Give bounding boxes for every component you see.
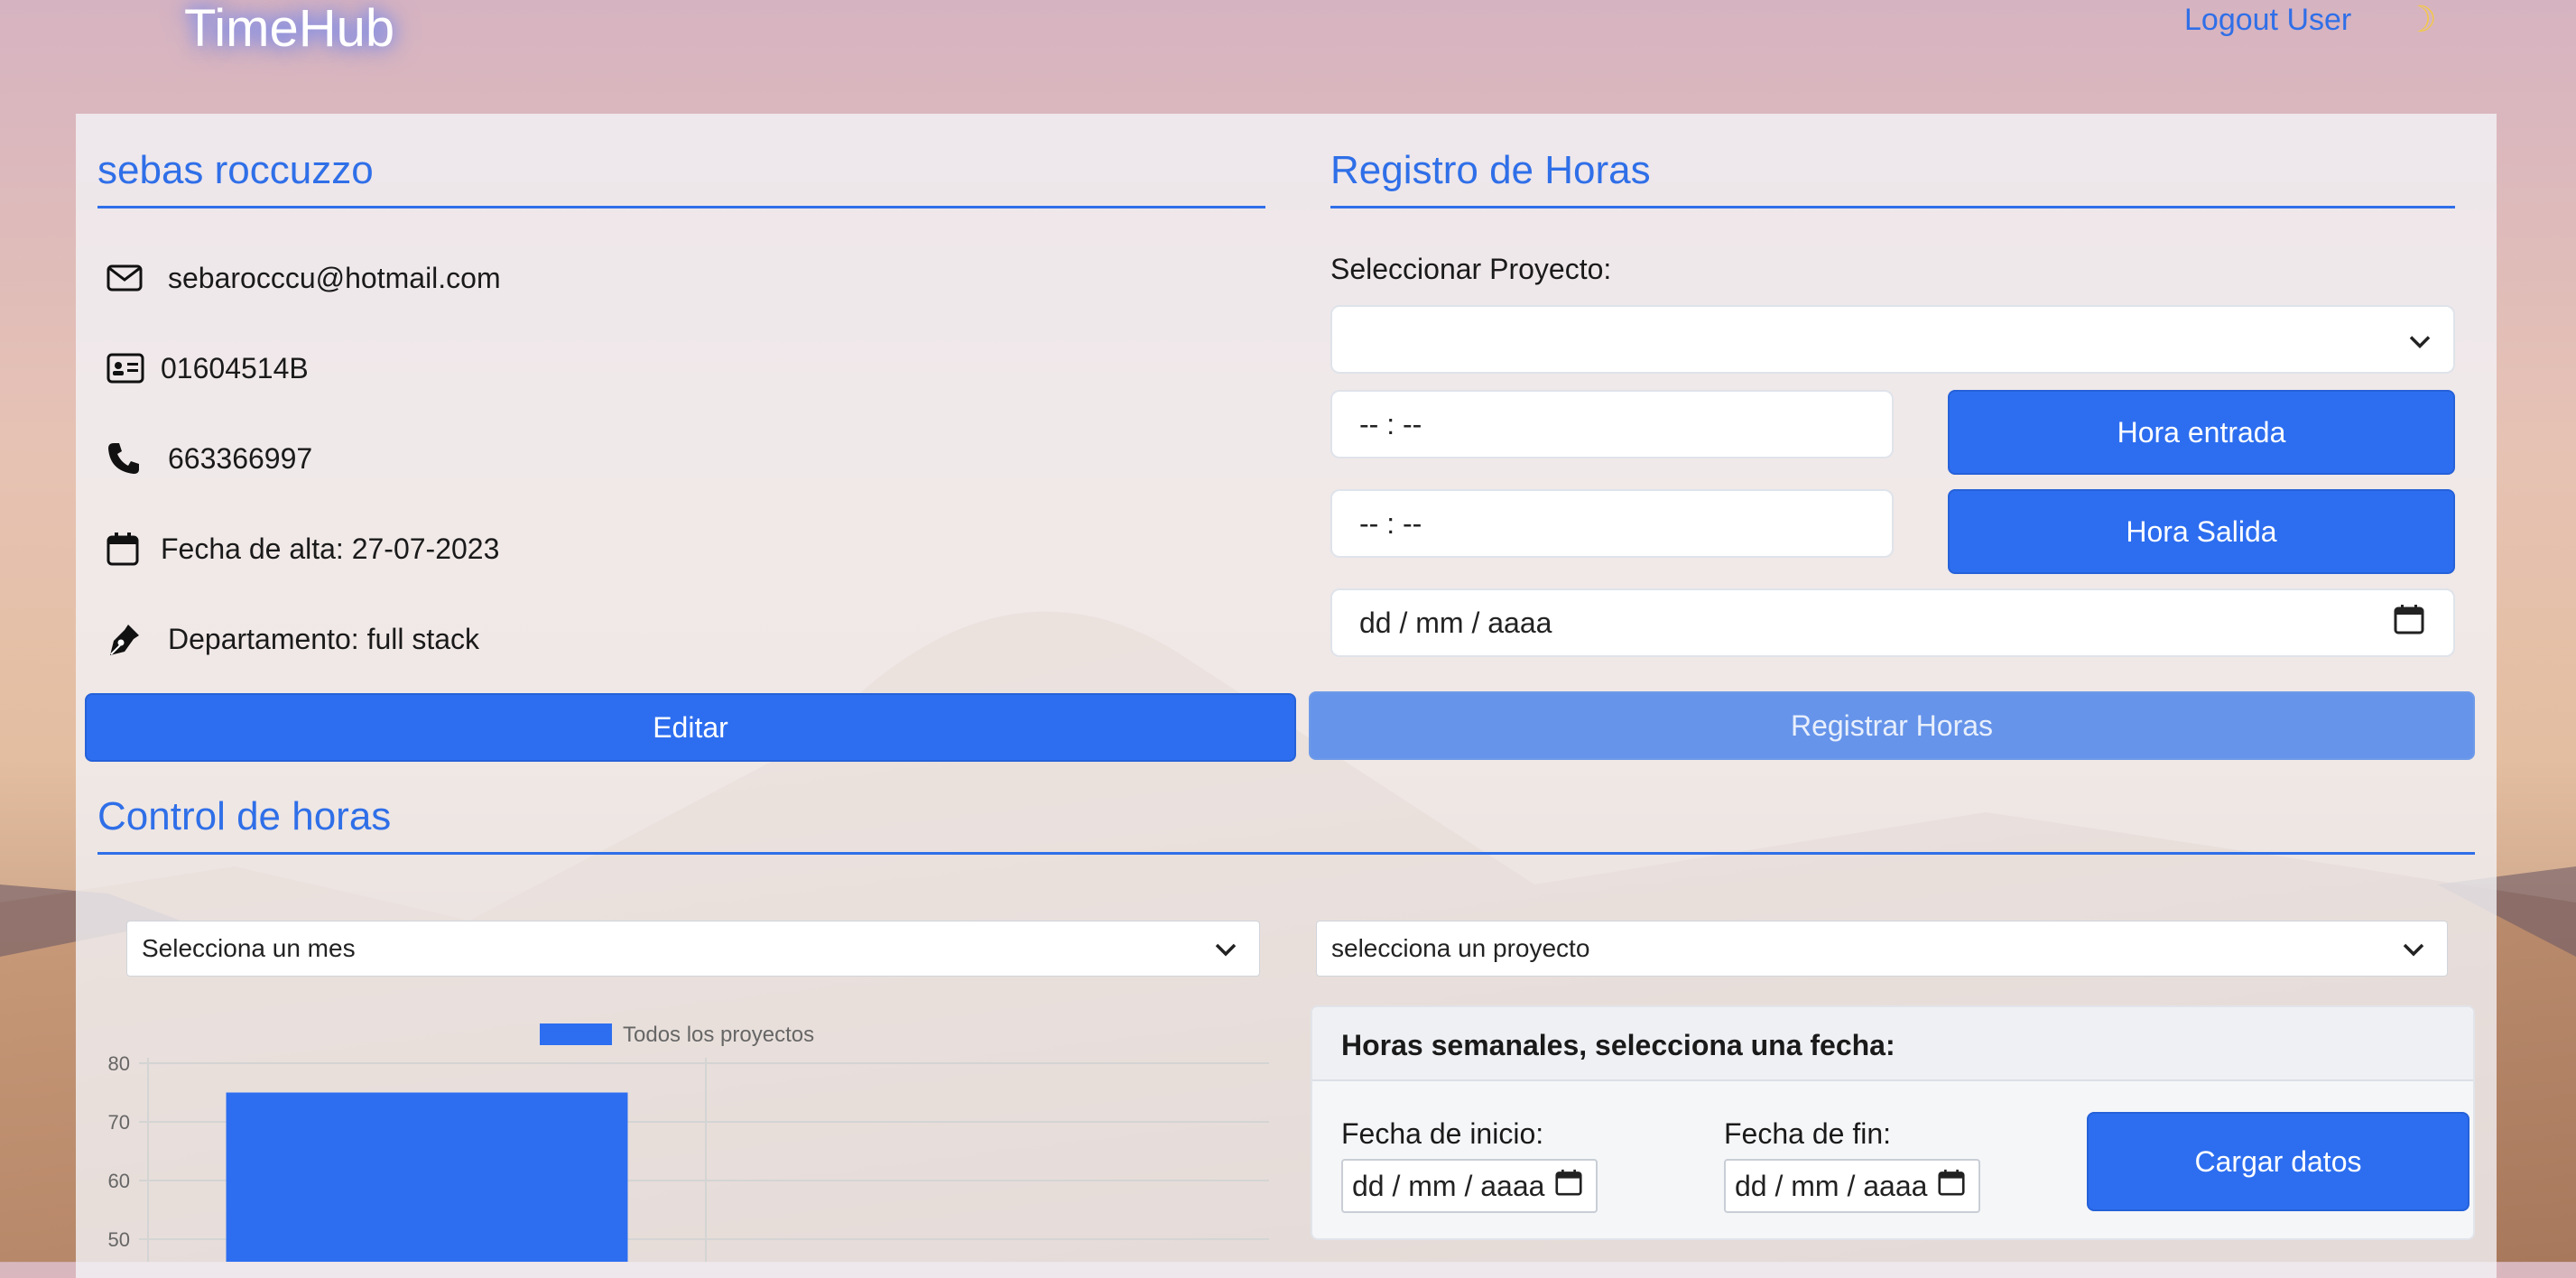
id-text: 01604514B (161, 352, 309, 384)
hours-chart: Todos los proyectos 50 60 70 80 (108, 1023, 1269, 1263)
chevron-down-icon (1214, 934, 1237, 963)
project-filter-select[interactable]: selecciona un proyecto (1316, 921, 2448, 977)
hora-entrada-button[interactable]: Hora entrada (1948, 390, 2455, 475)
registro-title: Registro de Horas (1330, 148, 1651, 192)
start-date-input[interactable]: dd / mm / aaaa (1341, 1159, 1598, 1213)
envelope-icon (107, 260, 148, 296)
divider (97, 206, 1265, 208)
phone-text: 663366997 (168, 442, 313, 475)
month-select[interactable]: Selecciona un mes (126, 921, 1260, 977)
logout-link[interactable]: Logout User (2184, 2, 2351, 38)
project-select[interactable] (1330, 305, 2455, 374)
end-date-input[interactable]: dd / mm / aaaa (1724, 1159, 1980, 1213)
phone-row: 663366997 (107, 440, 312, 477)
join-date-row: Fecha de alta: 27-07-2023 (107, 531, 499, 567)
edit-button[interactable]: Editar (85, 693, 1296, 762)
divider (1330, 206, 2455, 208)
department-row: Departamento: full stack (107, 621, 479, 657)
y-tick-label: 50 (108, 1228, 130, 1251)
divider (97, 852, 2475, 855)
brand-logo[interactable]: TimeHub (184, 0, 394, 58)
y-tick-label: 70 (108, 1111, 130, 1134)
time-out-input[interactable]: -- : -- (1330, 489, 1894, 558)
time-in-input[interactable]: -- : -- (1330, 390, 1894, 458)
registrar-horas-button[interactable]: Registrar Horas (1309, 691, 2475, 760)
profile-name: sebas roccuzzo (97, 148, 374, 192)
load-data-button[interactable]: Cargar datos (2087, 1112, 2469, 1211)
id-card-icon (107, 350, 144, 386)
project-label: Seleccionar Proyecto: (1330, 253, 1612, 285)
date-input[interactable]: dd / mm / aaaa (1330, 588, 2455, 657)
hora-salida-button[interactable]: Hora Salida (1948, 489, 2455, 574)
email-text: sebarocccu@hotmail.com (168, 262, 501, 294)
month-select-value: Selecciona un mes (142, 934, 356, 962)
end-date-label: Fecha de fin: (1724, 1117, 1891, 1150)
control-title: Control de horas (97, 794, 392, 838)
y-tick-label: 80 (108, 1052, 130, 1075)
calendar-icon (107, 531, 143, 567)
chart-bar[interactable] (226, 1092, 628, 1263)
time-in-value: -- : -- (1359, 407, 1422, 440)
calendar-icon[interactable] (2394, 604, 2424, 642)
time-out-value: -- : -- (1359, 506, 1422, 540)
y-tick-label: 60 (108, 1170, 130, 1192)
date-input-placeholder: dd / mm / aaaa (1359, 606, 1552, 639)
start-date-placeholder: dd / mm / aaaa (1352, 1169, 1545, 1202)
end-date-placeholder: dd / mm / aaaa (1735, 1169, 1928, 1202)
id-row: 01604514B (107, 350, 309, 386)
chevron-down-icon (2408, 323, 2432, 357)
start-date-label: Fecha de inicio: (1341, 1117, 1544, 1150)
email-row: sebarocccu@hotmail.com (107, 260, 501, 296)
weekly-card-header: Horas semanales, selecciona una fecha: (1312, 1007, 2473, 1081)
weekly-hours-card: Horas semanales, selecciona una fecha: F… (1311, 1005, 2475, 1240)
calendar-icon[interactable] (1555, 1169, 1582, 1203)
pen-nib-icon (107, 621, 148, 657)
calendar-icon[interactable] (1938, 1169, 1965, 1203)
legend-label[interactable]: Todos los proyectos (623, 1023, 814, 1047)
phone-icon (107, 440, 148, 477)
join-date-text: Fecha de alta: 27-07-2023 (161, 532, 500, 565)
chevron-down-icon (2402, 934, 2425, 963)
weekly-title: Horas semanales, selecciona una fecha: (1341, 1029, 1895, 1061)
legend-swatch[interactable] (540, 1023, 612, 1045)
moon-icon[interactable]: ☽ (2405, 0, 2437, 40)
department-text: Departamento: full stack (168, 623, 480, 655)
project-filter-value: selecciona un proyecto (1331, 934, 1590, 962)
